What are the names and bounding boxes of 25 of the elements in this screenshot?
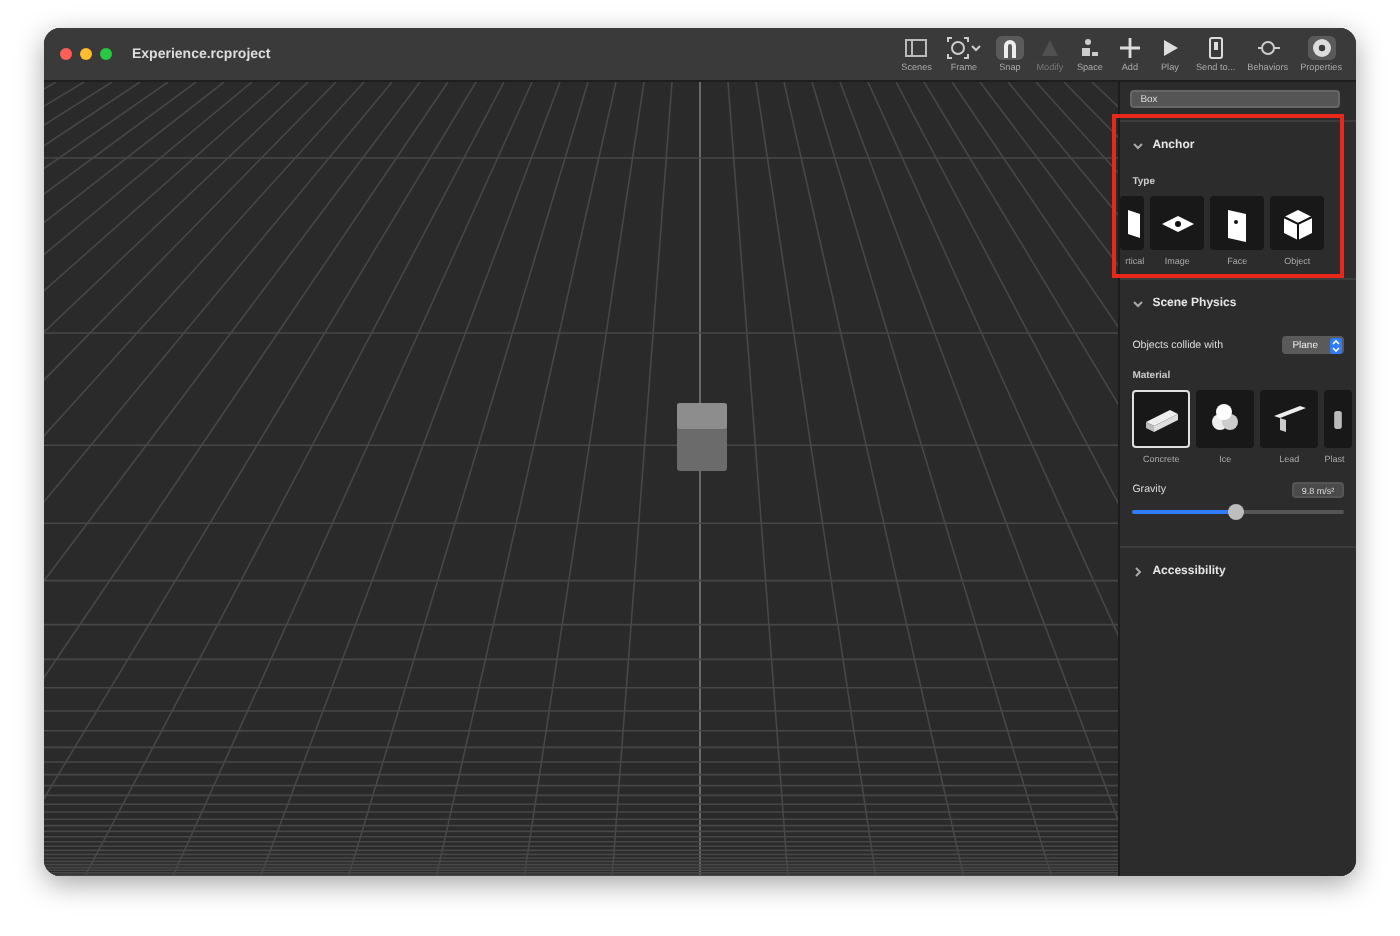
stepper-icon [1330,337,1342,353]
sidebar-icon [904,36,929,60]
material-tile[interactable] [1324,390,1353,448]
chevron-icon [1132,140,1145,152]
gear-icon [1309,36,1334,60]
gravity-slider-thumb[interactable] [1228,504,1245,520]
phone-icon [1203,36,1228,60]
frame-icon [945,36,982,60]
vertical-plane-icon [1128,209,1141,237]
cube-drawing [676,402,728,472]
chevron-icon [1132,566,1145,578]
behavior-icon [1255,36,1280,60]
plus-icon [1117,36,1142,60]
shapes-icon [1077,36,1102,60]
material-tile[interactable] [1132,390,1191,448]
material-tile[interactable] [1196,390,1255,448]
anchor-type-tile[interactable] [1210,196,1265,250]
anchor-type-tile[interactable] [1150,196,1205,250]
anchor-type-tile[interactable] [1120,196,1145,250]
chevron-icon [1132,298,1145,310]
anchor-type-tile[interactable] [1270,196,1325,250]
minimize-button[interactable] [80,48,92,60]
material-tile[interactable] [1260,390,1319,448]
close-button[interactable] [60,48,72,60]
zoom-button[interactable] [100,48,112,60]
